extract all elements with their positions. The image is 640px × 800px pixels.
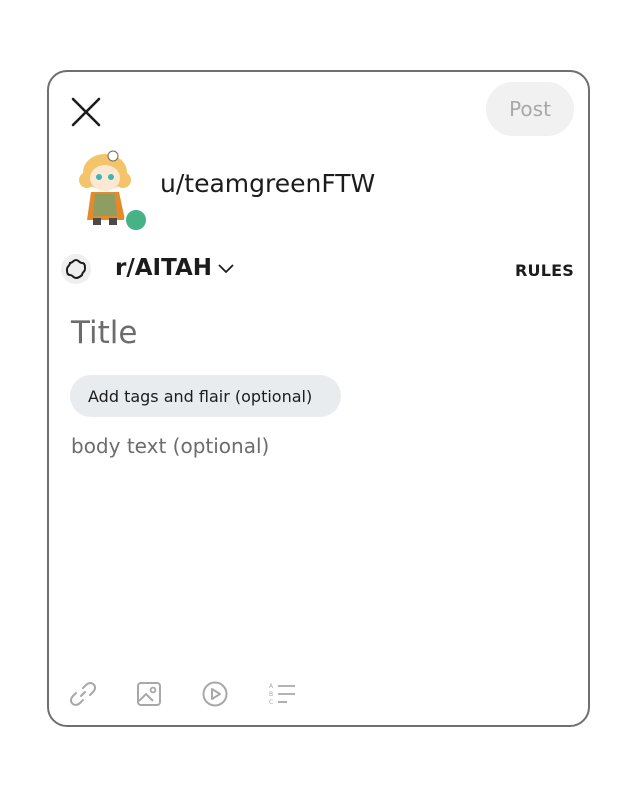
svg-text:A: A — [269, 683, 274, 690]
post-composer: Post u/teamgreenFTW r/AITAH RULES Title … — [47, 70, 590, 727]
add-tags-label: Add tags and flair (optional) — [88, 386, 313, 406]
post-button[interactable]: Post — [486, 82, 574, 136]
link-icon[interactable] — [69, 680, 97, 708]
rules-button[interactable]: RULES — [515, 261, 574, 280]
chevron-down-icon[interactable] — [216, 258, 236, 278]
subreddit-selector[interactable]: r/AITAH RULES — [61, 252, 574, 288]
image-icon[interactable] — [135, 680, 163, 708]
video-icon[interactable] — [201, 680, 229, 708]
svg-text:B: B — [269, 691, 273, 698]
add-tags-button[interactable]: Add tags and flair (optional) — [70, 375, 341, 417]
title-input[interactable]: Title — [71, 315, 137, 351]
svg-text:C: C — [269, 699, 273, 706]
close-icon[interactable] — [69, 95, 103, 129]
subreddit-icon — [61, 254, 91, 284]
subreddit-name[interactable]: r/AITAH — [115, 255, 212, 281]
poll-icon[interactable]: A B C — [267, 680, 299, 708]
username: u/teamgreenFTW — [160, 169, 376, 198]
body-text-input[interactable]: body text (optional) — [71, 434, 269, 458]
online-status-dot — [124, 208, 148, 232]
